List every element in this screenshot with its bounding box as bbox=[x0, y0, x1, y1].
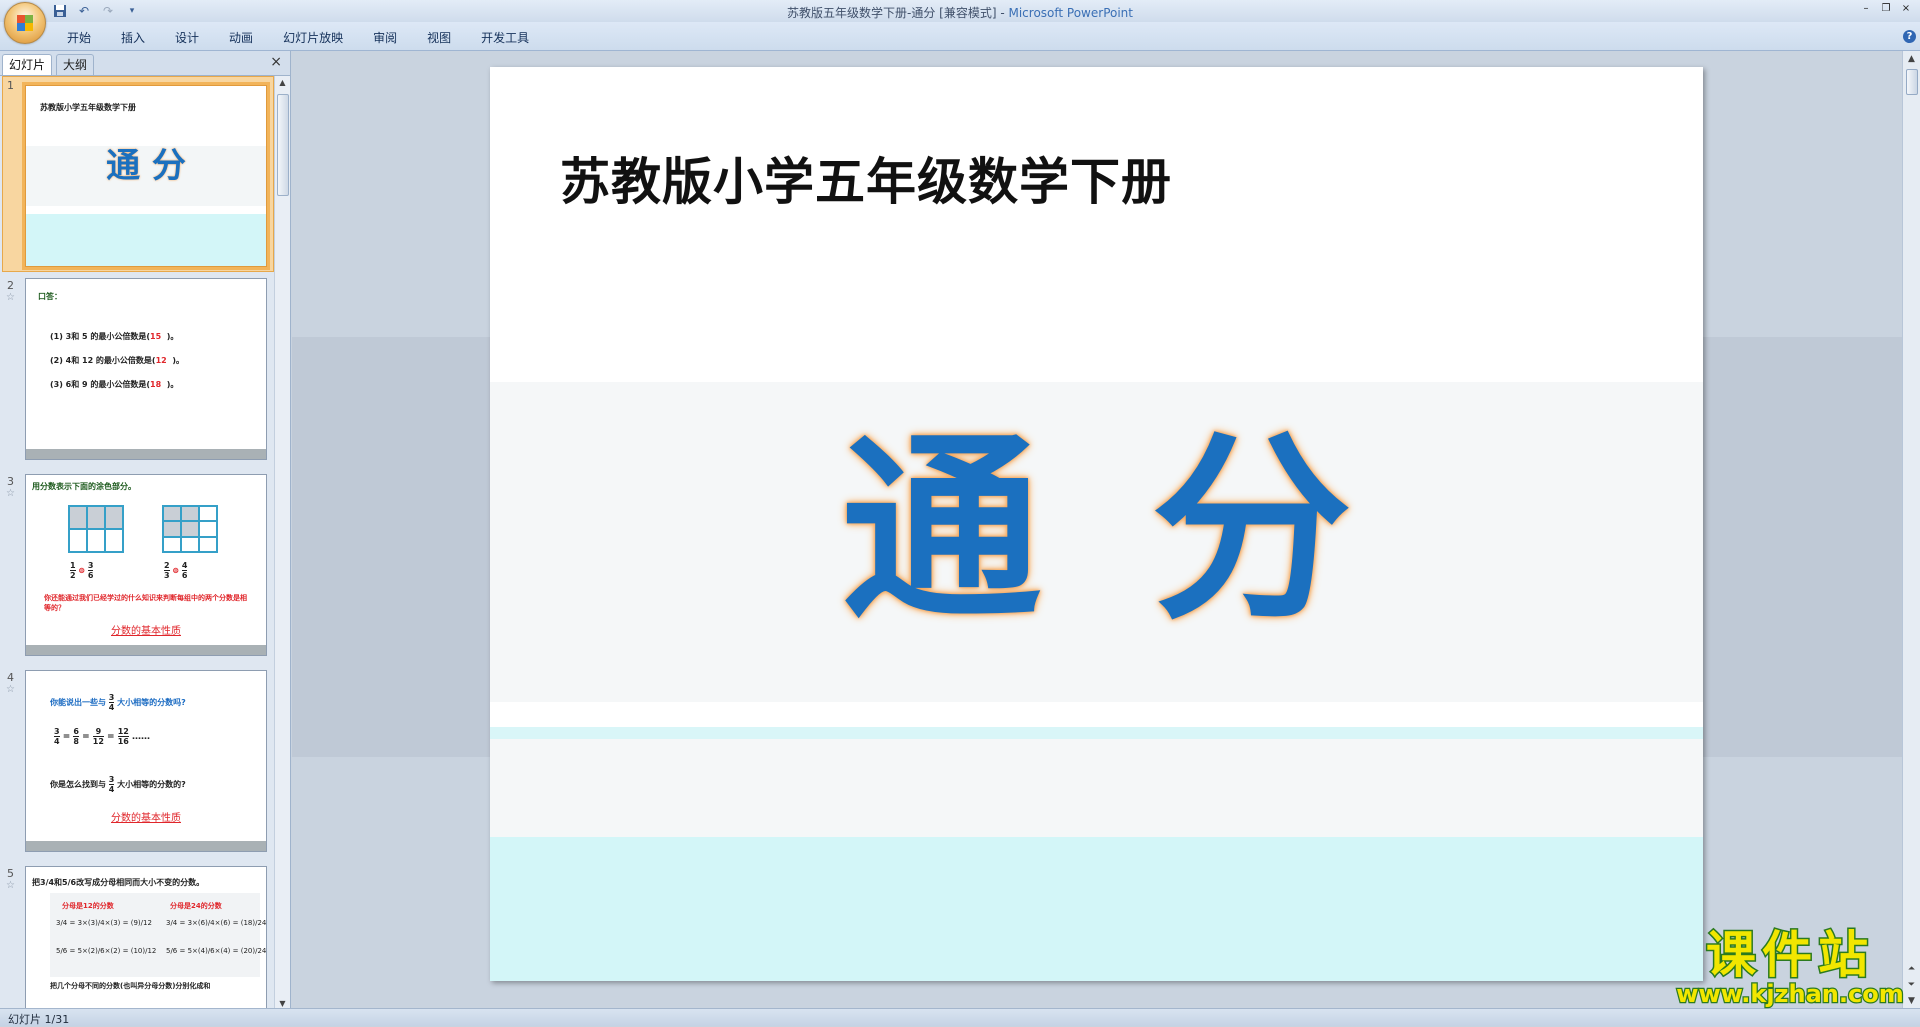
thumb-answer: 分数的基本性质 bbox=[111, 813, 181, 824]
tab-insert[interactable]: 插入 bbox=[106, 29, 160, 47]
tab-home[interactable]: 开始 bbox=[52, 29, 106, 47]
thumb-calc-1: 3/4 = 3×(3)/4×(3) = (9)/12 bbox=[56, 919, 152, 927]
thumb-band bbox=[26, 214, 266, 266]
tab-review[interactable]: 审阅 bbox=[358, 29, 412, 47]
thumbnail-number: 1 bbox=[7, 79, 14, 92]
thumb-col2: 分母是24的分数 bbox=[170, 902, 222, 910]
scroll-thumb[interactable] bbox=[277, 94, 289, 196]
animation-star-icon: ☆ bbox=[6, 488, 15, 499]
animation-star-icon: ☆ bbox=[6, 684, 15, 695]
window-controls: – ❐ × bbox=[1858, 2, 1914, 16]
scroll-up-icon[interactable]: ▲ bbox=[1903, 51, 1920, 67]
thumb-heading: 用分数表示下面的涂色部分。 bbox=[32, 482, 136, 491]
window-title: 苏教版五年级数学下册-通分 [兼容模式] - Microsoft PowerPo… bbox=[0, 4, 1920, 21]
thumb-line: (2) 4和 12 的最小公倍数是(12 )。 bbox=[50, 356, 184, 365]
thumb-footer-bar bbox=[26, 449, 266, 459]
fraction-grid-left bbox=[68, 505, 124, 553]
thumb-heading: 把3/4和5/6改写成分母相同而大小不变的分数。 bbox=[32, 878, 205, 887]
thumb-question-2: 你是怎么找到与 34 大小相等的分数的? bbox=[50, 775, 186, 794]
scroll-thumb[interactable] bbox=[1906, 69, 1918, 95]
window-title-brand: Microsoft PowerPoint bbox=[1008, 6, 1133, 20]
thumbnail-slide-3[interactable]: 用分数表示下面的涂色部分。 12 ⊜ 36 23 ⊜ 46 你还能通过我们已经学… bbox=[25, 474, 267, 656]
thumbnail-slide-5[interactable]: 把3/4和5/6改写成分母相同而大小不变的分数。 分母是12的分数 分母是24的… bbox=[25, 866, 267, 1011]
minimize-button[interactable]: – bbox=[1858, 2, 1874, 16]
thumbnail-number: 3 bbox=[7, 475, 14, 488]
slide-band bbox=[490, 837, 1703, 981]
thumb-footer-bar bbox=[26, 841, 266, 851]
thumb-heading: 口答： bbox=[38, 292, 62, 301]
thumbnail-number: 2 bbox=[7, 279, 14, 292]
thumb-fractions-left: 12 ⊜ 36 bbox=[70, 561, 94, 580]
thumb-fraction-chain: 34 = 68 = 9 12 = 12 16 …… bbox=[54, 727, 151, 746]
thumb-question-1: 你能说出一些与 34 大小相等的分数吗? bbox=[50, 693, 186, 712]
thumb-footer-bar bbox=[26, 645, 266, 655]
tab-view[interactable]: 视图 bbox=[412, 29, 466, 47]
restore-button[interactable]: ❐ bbox=[1878, 2, 1894, 16]
thumb-calc-2: 3/4 = 3×(6)/4×(6) = (18)/24 bbox=[166, 919, 267, 927]
thumb-line: (3) 6和 9 的最小公倍数是(18 )。 bbox=[50, 380, 179, 389]
slides-pane: 幻灯片 大纲 × 1 苏教版小学五年级数学下册 通 分 2 ☆ 口答： (1) … bbox=[0, 51, 291, 1011]
tab-slides[interactable]: 幻灯片 bbox=[2, 54, 53, 75]
watermark-logo: 课件站 www.kjzhan.com bbox=[1670, 920, 1910, 1010]
slide-band bbox=[490, 727, 1703, 739]
thumb-col1: 分母是12的分数 bbox=[62, 902, 114, 910]
close-button[interactable]: × bbox=[1898, 2, 1914, 16]
pane-tabs: 幻灯片 大纲 × bbox=[0, 51, 290, 76]
thumb-calc-3: 5/6 = 5×(2)/6×(2) = (10)/12 bbox=[56, 947, 157, 955]
slide-canvas[interactable]: 苏教版小学五年级数学下册 通分 bbox=[490, 67, 1703, 981]
tab-design[interactable]: 设计 bbox=[160, 29, 214, 47]
animation-star-icon: ☆ bbox=[6, 292, 15, 303]
vertical-scrollbar[interactable]: ▲ ⏶ ⏷ ▼ bbox=[1902, 51, 1920, 1011]
office-button[interactable] bbox=[4, 2, 46, 44]
office-logo-icon bbox=[17, 15, 33, 31]
tab-slideshow[interactable]: 幻灯片放映 bbox=[268, 29, 358, 47]
title-bar: ↶ ↷ ▾ 苏教版五年级数学下册-通分 [兼容模式] - Microsoft P… bbox=[0, 0, 1920, 23]
thumb-footer-text: 把几个分母不同的分数(也叫异分母分数)分别化成和 bbox=[50, 982, 211, 990]
animation-star-icon: ☆ bbox=[6, 880, 15, 891]
slide-title[interactable]: 苏教版小学五年级数学下册 bbox=[560, 142, 1172, 214]
ribbon: 开始 插入 设计 动画 幻灯片放映 审阅 视图 开发工具 ? bbox=[0, 22, 1920, 51]
thumbnail-number: 4 bbox=[7, 671, 14, 684]
thumbnail-slide-1[interactable]: 苏教版小学五年级数学下册 通 分 bbox=[25, 85, 267, 267]
svg-text:www.kjzhan.com: www.kjzhan.com bbox=[1676, 980, 1903, 1008]
slide-editing-area: 苏教版小学五年级数学下册 通分 bbox=[292, 51, 1903, 1011]
thumb-answer: 分数的基本性质 bbox=[111, 626, 181, 637]
help-icon[interactable]: ? bbox=[1903, 30, 1916, 43]
thumb-question: 你还能通过我们已经学过的什么知识来判断每组中的两个分数是相等的？ bbox=[44, 594, 247, 612]
tab-outline[interactable]: 大纲 bbox=[56, 54, 95, 75]
thumbnail-scrollbar[interactable]: ▲ ▼ bbox=[274, 76, 290, 1011]
slide-big-text[interactable]: 通分 bbox=[490, 367, 1703, 657]
scroll-up-icon[interactable]: ▲ bbox=[275, 76, 290, 90]
thumb-fractions-right: 23 ⊜ 46 bbox=[164, 561, 188, 580]
ribbon-tabs: 开始 插入 设计 动画 幻灯片放映 审阅 视图 开发工具 bbox=[52, 29, 544, 47]
thumbnail-slide-2[interactable]: 口答： (1) 3和 5 的最小公倍数是(15 )。 (2) 4和 12 的最小… bbox=[25, 278, 267, 460]
thumb-big-text: 通 分 bbox=[106, 146, 186, 186]
window-title-main: 苏教版五年级数学下册-通分 [兼容模式] - bbox=[787, 6, 1009, 20]
thumb-title: 苏教版小学五年级数学下册 bbox=[40, 103, 136, 112]
tab-animations[interactable]: 动画 bbox=[214, 29, 268, 47]
thumbnail-number: 5 bbox=[7, 867, 14, 880]
fraction-grid-right bbox=[162, 505, 218, 553]
status-bar: 幻灯片 1/31 bbox=[0, 1008, 1920, 1026]
svg-text:课件站: 课件站 bbox=[1706, 926, 1874, 984]
close-pane-icon[interactable]: × bbox=[270, 54, 282, 70]
tab-developer[interactable]: 开发工具 bbox=[466, 29, 544, 47]
slide-band bbox=[490, 739, 1703, 837]
thumb-calc-4: 5/6 = 5×(4)/6×(4) = (20)/24 bbox=[166, 947, 267, 955]
thumbnail-list: 1 苏教版小学五年级数学下册 通 分 2 ☆ 口答： (1) 3和 5 的最小公… bbox=[0, 76, 274, 1011]
thumbnail-slide-4[interactable]: 你能说出一些与 34 大小相等的分数吗? 34 = 68 = 9 12 = 12 1… bbox=[25, 670, 267, 852]
thumb-line: (1) 3和 5 的最小公倍数是(15 )。 bbox=[50, 332, 179, 341]
